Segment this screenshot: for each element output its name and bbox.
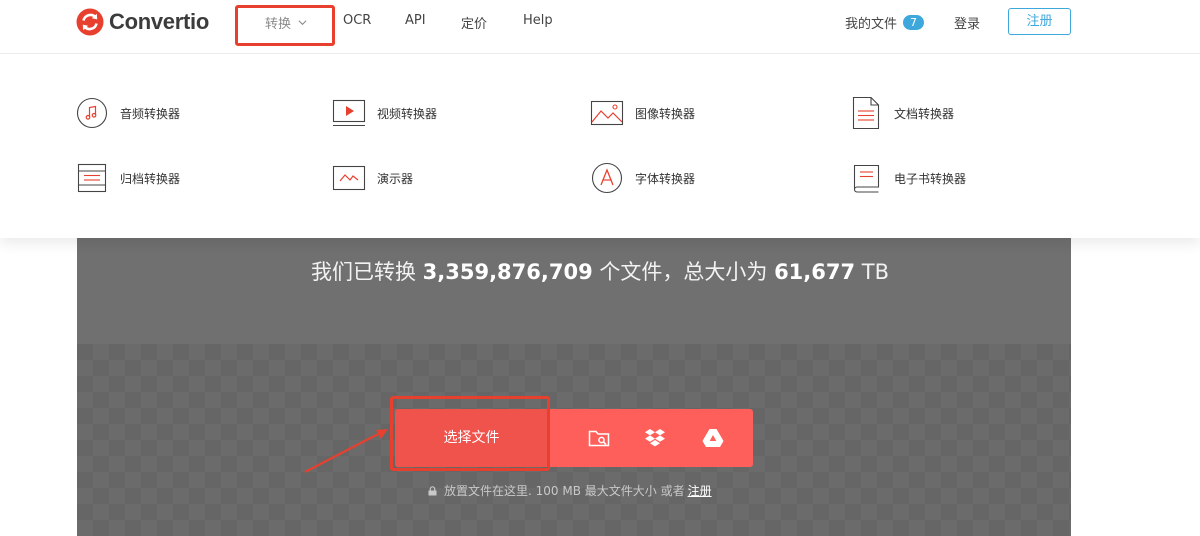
my-files-label: 我的文件: [845, 17, 898, 32]
logo[interactable]: Convertio: [76, 8, 209, 36]
google-drive-icon[interactable]: [701, 426, 725, 450]
image-icon: [590, 100, 624, 126]
folder-search-icon[interactable]: [587, 426, 611, 450]
top-navbar: Convertio 转换 OCR API 定价 Help 我的文件 7 登录 注…: [0, 0, 1200, 54]
stats-prefix: 我们已转换: [310, 260, 423, 284]
file-count-badge: 7: [903, 15, 925, 30]
convertio-logo-icon: [76, 8, 104, 36]
stats-total-size: 61,677: [774, 260, 856, 284]
annotation-arrow: [304, 429, 388, 473]
music-note-icon: [76, 97, 108, 129]
drop-hint: 放置文件在这里. 100 MB 最大文件大小 或者 注册: [428, 482, 712, 499]
stats-middle: 个文件，总大小为: [592, 260, 775, 284]
stats-unit: TB: [855, 260, 890, 284]
highlight-box-choose-files: [390, 396, 550, 471]
archive-icon: [77, 163, 107, 193]
menu-item-label: 视频转换器: [377, 106, 438, 121]
signup-button[interactable]: 注册: [1008, 8, 1071, 35]
menu-item-ebook[interactable]: 电子书转换器: [849, 161, 966, 195]
document-icon: [852, 96, 880, 130]
drop-hint-text: 放置文件在这里. 100 MB 最大文件大小 或者: [444, 484, 685, 498]
dropbox-icon[interactable]: [643, 426, 667, 450]
video-play-icon: [332, 99, 366, 127]
nav-api[interactable]: API: [405, 13, 426, 28]
menu-item-label: 电子书转换器: [894, 171, 967, 186]
menu-item-label: 音频转换器: [120, 106, 181, 121]
hero-stats-band: [77, 238, 1071, 344]
menu-item-video[interactable]: 视频转换器: [332, 96, 437, 130]
menu-item-font[interactable]: 字体转换器: [590, 161, 695, 195]
ebook-icon: [853, 164, 880, 193]
menu-item-label: 文档转换器: [894, 106, 955, 121]
converters-menu: 音频转换器 视频转换器 图像转换器 文档转换器 归档转换器 演示器 字体转换器 …: [0, 54, 1200, 238]
logo-text: Convertio: [109, 9, 209, 34]
menu-item-label: 归档转换器: [120, 171, 181, 186]
presentation-icon: [332, 165, 366, 191]
conversion-stats: 我们已转换 3,359,876,709 个文件，总大小为 61,677 TB: [77, 256, 1071, 286]
my-files-link[interactable]: 我的文件 7: [845, 13, 925, 32]
highlight-box-convert: [235, 5, 335, 46]
nav-pricing[interactable]: 定价: [461, 13, 487, 32]
menu-item-label: 图像转换器: [635, 106, 696, 121]
nav-ocr[interactable]: OCR: [343, 13, 371, 28]
stats-files-count: 3,359,876,709: [422, 260, 593, 284]
menu-item-audio[interactable]: 音频转换器: [75, 96, 180, 130]
menu-item-label: 演示器: [377, 171, 414, 186]
menu-item-label: 字体转换器: [635, 171, 696, 186]
menu-item-document[interactable]: 文档转换器: [849, 96, 954, 130]
lock-icon: [428, 485, 437, 495]
nav-help[interactable]: Help: [523, 13, 553, 28]
font-icon: [591, 162, 623, 194]
login-link[interactable]: 登录: [954, 13, 980, 32]
menu-item-presentation[interactable]: 演示器: [332, 161, 413, 195]
signup-link[interactable]: 注册: [688, 482, 712, 499]
menu-item-archive[interactable]: 归档转换器: [75, 161, 180, 195]
menu-item-image[interactable]: 图像转换器: [590, 96, 695, 130]
